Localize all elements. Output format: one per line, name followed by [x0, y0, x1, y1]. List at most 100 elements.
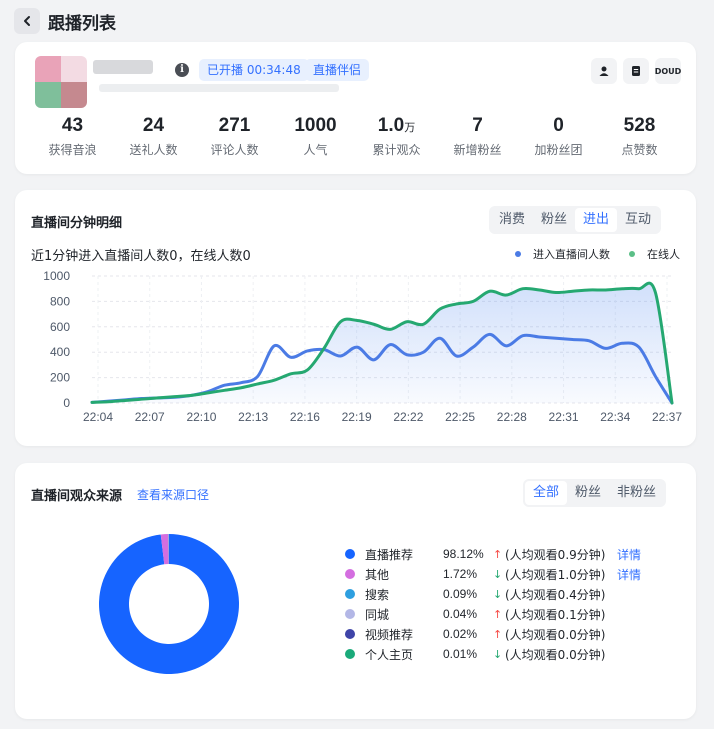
stat-label: 评论人数 [210, 143, 259, 157]
source-percent: 0.01% [443, 647, 478, 661]
live-status-tag: 已开播 00:34:48 [199, 59, 309, 81]
stat-item: 1000 人气 [275, 114, 356, 158]
page-title: 跟播列表 [48, 13, 116, 34]
source-avg-watch: (人均观看0.9分钟) [505, 547, 606, 562]
top-bar: 跟播列表 [0, 0, 714, 42]
source-name: 其他 [365, 567, 390, 582]
source-dot [345, 629, 355, 639]
source-name: 搜索 [365, 587, 390, 602]
stat-value: 0 [553, 115, 564, 136]
person-button[interactable] [591, 58, 617, 84]
minute-detail-card: 直播间分钟明细 消费 粉丝 进出 互动 近1分钟进入直播间人数0，在线人数0 进… [15, 190, 696, 446]
live-summary-card: i 已开播 00:34:48 直播伴侣 DOUD 43 获得音浪 24 送礼人数… [15, 42, 696, 174]
source-dot [345, 649, 355, 659]
y-tick-label: 600 [50, 320, 70, 334]
arrow-down-icon: ↓ [493, 587, 503, 601]
source-row: 其他 1.72% ↓ (人均观看1.0分钟) 详情 [345, 564, 641, 584]
tab-all[interactable]: 全部 [525, 481, 568, 505]
stat-value: 24 [142, 115, 165, 136]
stat-number: 1.0 [377, 115, 405, 136]
y-tick-label: 800 [50, 294, 70, 308]
x-tick-label: 22:25 [445, 410, 475, 424]
chevron-left-icon [24, 16, 30, 26]
document-icon [632, 66, 640, 76]
source-avg-watch: (人均观看0.1分钟) [505, 607, 606, 622]
source-row: 个人主页 0.01% ↓ (人均观看0.0分钟) [345, 644, 617, 664]
stat-label: 加粉丝团 [534, 143, 583, 157]
source-dot [345, 569, 355, 579]
y-tick-label: 1000 [43, 269, 70, 283]
tab-fans-only[interactable]: 粉丝 [567, 481, 609, 505]
source-row: 视频推荐 0.02% ↑ (人均观看0.0分钟) [345, 624, 617, 644]
stat-item: 1.0万 累计观众 [356, 114, 437, 158]
source-percent: 0.04% [443, 607, 478, 621]
info-icon[interactable]: i [175, 63, 189, 77]
anchor-id-redacted [99, 84, 339, 92]
source-row: 搜索 0.09% ↓ (人均观看0.4分钟) [345, 584, 617, 604]
source-dot [345, 589, 355, 599]
audience-tabs: 全部 粉丝 非粉丝 [523, 479, 667, 507]
arrow-down-icon: ↓ [493, 647, 503, 661]
avatar[interactable] [35, 56, 87, 108]
stat-label: 新增粉丝 [453, 143, 502, 157]
x-tick-label: 22:31 [549, 410, 579, 424]
source-percent: 98.12% [443, 547, 484, 561]
source-dot [345, 549, 355, 559]
stat-value: 1000 [294, 115, 337, 136]
stat-label: 点赞数 [621, 143, 658, 157]
stat-label: 送礼人数 [129, 143, 178, 157]
x-tick-label: 22:13 [238, 410, 268, 424]
source-percent: 0.09% [443, 587, 478, 601]
stat-item: 7 新增粉丝 [437, 114, 518, 158]
stat-label: 累计观众 [372, 143, 421, 157]
source-detail-link[interactable]: 详情 [617, 546, 641, 563]
source-avg-watch: (人均观看1.0分钟) [505, 567, 606, 582]
back-button[interactable] [14, 8, 40, 34]
stat-value: 528 [623, 115, 656, 136]
x-tick-label: 22:28 [497, 410, 527, 424]
line-chart: 0 200 400 600 800 1000 22:04 22:07 22:10 22:13 22:… [43, 269, 682, 424]
arrow-down-icon: ↓ [493, 567, 503, 581]
source-name: 视频推荐 [365, 627, 414, 642]
source-percent: 0.02% [443, 627, 478, 641]
stat-value: 1.0万 [356, 114, 437, 138]
source-name: 直播推荐 [365, 547, 414, 562]
arrow-up-icon: ↑ [493, 627, 503, 641]
tab-non-fans[interactable]: 非粉丝 [609, 481, 664, 505]
source-avg-watch: (人均观看0.0分钟) [505, 647, 606, 662]
document-button[interactable] [623, 58, 649, 84]
stat-item: 528 点赞数 [599, 114, 680, 158]
source-row: 直播推荐 98.12% ↑ (人均观看0.9分钟) 详情 [345, 544, 641, 564]
stat-value: 271 [218, 115, 251, 136]
y-tick-label: 0 [63, 396, 70, 410]
audience-source-card: 直播间观众来源 查看来源口径 全部 粉丝 非粉丝 直播推荐 98.12% ↑ (人均观… [15, 463, 696, 719]
stat-unit: 万 [404, 122, 416, 134]
x-tick-label: 22:22 [393, 410, 423, 424]
companion-tag: 直播伴侣 [305, 59, 370, 81]
source-dot [345, 609, 355, 619]
stat-label: 获得音浪 [48, 143, 97, 157]
y-tick-label: 200 [50, 371, 70, 385]
source-detail-link[interactable]: 详情 [617, 566, 641, 583]
stat-value: 7 [472, 115, 483, 136]
x-tick-label: 22:07 [135, 410, 165, 424]
anchor-name-redacted [93, 60, 153, 74]
source-row: 同城 0.04% ↑ (人均观看0.1分钟) [345, 604, 617, 624]
x-tick-label: 22:10 [186, 410, 216, 424]
x-tick-label: 22:04 [83, 410, 113, 424]
x-tick-label: 22:34 [600, 410, 630, 424]
stat-item: 24 送礼人数 [113, 114, 194, 158]
source-name: 个人主页 [365, 647, 414, 662]
y-tick-label: 400 [50, 345, 70, 359]
stats-row: 43 获得音浪 24 送礼人数 271 评论人数 1000 人气 1.0万 累计… [15, 114, 696, 158]
douyin-logo-icon[interactable]: DOUD [655, 58, 681, 84]
arrow-up-icon: ↑ [493, 607, 503, 621]
stat-value: 43 [61, 115, 84, 136]
x-tick-label: 22:37 [652, 410, 682, 424]
stat-item: 271 评论人数 [194, 114, 275, 158]
stat-item: 43 获得音浪 [32, 114, 113, 158]
x-tick-label: 22:19 [342, 410, 372, 424]
stat-item: 0 加粉丝团 [518, 114, 599, 158]
arrow-up-icon: ↑ [493, 547, 503, 561]
stat-label: 人气 [303, 143, 328, 157]
